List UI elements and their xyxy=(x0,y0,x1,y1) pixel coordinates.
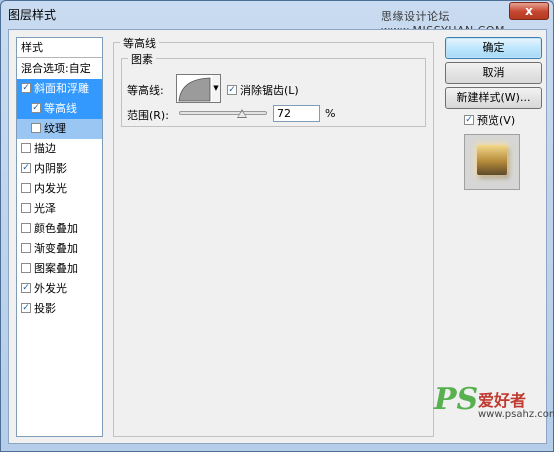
color-overlay-checkbox[interactable] xyxy=(21,223,31,233)
style-list: 样式 混合选项:自定 斜面和浮雕 等高线 纹理 描边 内阴影 内发光 光泽 xyxy=(16,37,103,437)
list-item-label: 外发光 xyxy=(34,282,67,295)
pattern-overlay-checkbox[interactable] xyxy=(21,263,31,273)
logo-url-text: www.psahz.com xyxy=(478,409,554,420)
list-header-styles[interactable]: 样式 xyxy=(17,38,102,58)
list-item-inner-shadow[interactable]: 内阴影 xyxy=(17,159,102,179)
title-bar[interactable]: 图层样式 思缘设计论坛 www.MISSYUAN.COM x xyxy=(1,1,553,37)
list-item-label: 渐变叠加 xyxy=(34,242,78,255)
antialias-checkbox-row[interactable]: 消除锯齿(L) xyxy=(227,82,299,98)
contour-group: 等高线 图素 等高线: ▼ 消除锯齿(L) 范围(R): 72 % xyxy=(113,35,434,437)
cancel-button[interactable]: 取消 xyxy=(445,62,542,84)
list-item-bevel-emboss[interactable]: 斜面和浮雕 xyxy=(17,79,102,99)
preview-checkbox-row[interactable]: 预览(V) xyxy=(464,112,515,128)
range-slider-thumb[interactable] xyxy=(237,109,248,118)
list-item-gradient-overlay[interactable]: 渐变叠加 xyxy=(17,239,102,259)
list-item-label: 颜色叠加 xyxy=(34,222,78,235)
list-item-label: 投影 xyxy=(34,302,56,315)
stroke-checkbox[interactable] xyxy=(21,143,31,153)
drop-shadow-checkbox[interactable] xyxy=(21,303,31,313)
range-slider[interactable] xyxy=(179,111,267,115)
list-item-blend-options[interactable]: 混合选项:自定 xyxy=(17,59,102,79)
gradient-overlay-checkbox[interactable] xyxy=(21,243,31,253)
logo-cn-text: 爱好者 xyxy=(478,391,527,410)
range-label: 范围(R): xyxy=(127,109,169,122)
list-item-drop-shadow[interactable]: 投影 xyxy=(17,299,102,319)
range-unit: % xyxy=(325,107,336,120)
list-item-label: 图案叠加 xyxy=(34,262,78,275)
preview-swatch xyxy=(477,145,507,175)
outer-glow-checkbox[interactable] xyxy=(21,283,31,293)
list-item-label: 斜面和浮雕 xyxy=(34,82,89,95)
close-button[interactable]: x xyxy=(509,2,549,20)
list-item-label: 等高线 xyxy=(44,102,77,115)
antialias-label: 消除锯齿(L) xyxy=(240,84,299,97)
list-item-label: 内阴影 xyxy=(34,162,67,175)
style-preview xyxy=(464,134,520,190)
list-item-inner-glow[interactable]: 内发光 xyxy=(17,179,102,199)
list-item-label: 描边 xyxy=(34,142,56,155)
logo-ps-text: PS xyxy=(434,382,479,417)
inner-glow-checkbox[interactable] xyxy=(21,183,31,193)
contour-label: 等高线: xyxy=(127,84,164,97)
preview-checkbox[interactable] xyxy=(464,115,474,125)
subgroup-title: 图素 xyxy=(128,51,156,67)
contour-picker[interactable] xyxy=(176,74,213,103)
contour-checkbox[interactable] xyxy=(31,103,41,113)
texture-checkbox[interactable] xyxy=(31,123,41,133)
chevron-down-icon[interactable]: ▼ xyxy=(212,74,221,103)
list-item-label: 纹理 xyxy=(44,122,66,135)
list-item-color-overlay[interactable]: 颜色叠加 xyxy=(17,219,102,239)
list-item-outer-glow[interactable]: 外发光 xyxy=(17,279,102,299)
inner-shadow-checkbox[interactable] xyxy=(21,163,31,173)
list-item-satin[interactable]: 光泽 xyxy=(17,199,102,219)
list-item-stroke[interactable]: 描边 xyxy=(17,139,102,159)
list-item-texture[interactable]: 纹理 xyxy=(17,119,102,139)
satin-checkbox[interactable] xyxy=(21,203,31,213)
new-style-button[interactable]: 新建样式(W)... xyxy=(445,87,542,109)
ok-button[interactable]: 确定 xyxy=(445,37,542,59)
group-title: 等高线 xyxy=(120,35,159,51)
layer-style-dialog: 图层样式 思缘设计论坛 www.MISSYUAN.COM x 样式 混合选项:自… xyxy=(0,0,554,452)
antialias-checkbox[interactable] xyxy=(227,85,237,95)
range-input[interactable]: 72 xyxy=(273,105,320,122)
dialog-body: 样式 混合选项:自定 斜面和浮雕 等高线 纹理 描边 内阴影 内发光 光泽 xyxy=(8,29,554,444)
bevel-emboss-checkbox[interactable] xyxy=(21,83,31,93)
list-item-label: 光泽 xyxy=(34,202,56,215)
dialog-title: 图层样式 xyxy=(8,8,57,22)
ps-fan-logo: PS 爱好者 www.psahz.com xyxy=(434,382,554,422)
elements-subgroup: 图素 等高线: ▼ 消除锯齿(L) 范围(R): 72 % xyxy=(121,51,426,127)
list-item-contour[interactable]: 等高线 xyxy=(17,99,102,119)
contour-curve-icon xyxy=(178,77,211,102)
preview-label: 预览(V) xyxy=(477,114,516,127)
list-item-pattern-overlay[interactable]: 图案叠加 xyxy=(17,259,102,279)
list-item-label: 内发光 xyxy=(34,182,67,195)
